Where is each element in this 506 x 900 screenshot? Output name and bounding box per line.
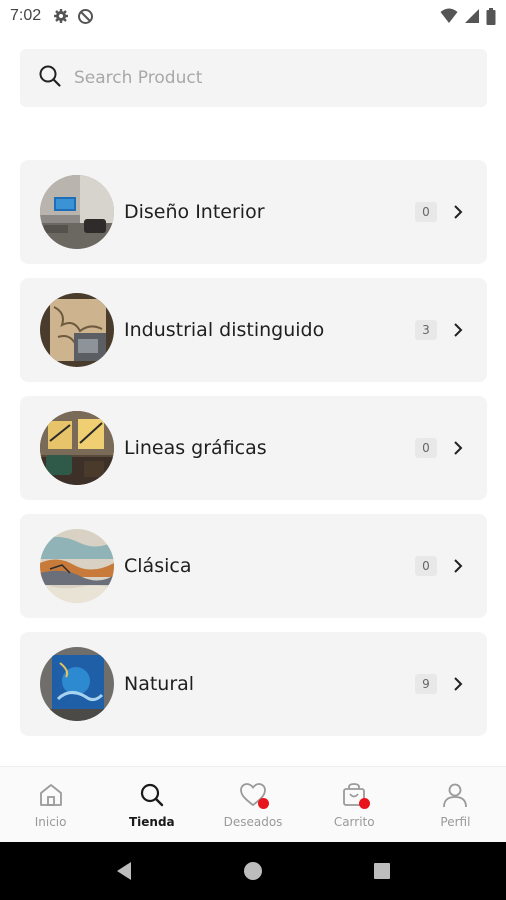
search-icon — [38, 64, 62, 92]
status-bar: 7:02 — [0, 0, 506, 32]
nav-label: Tienda — [128, 815, 175, 829]
chevron-right-icon — [451, 559, 465, 573]
bottom-navigation: Inicio Tienda Deseados Carrito Perfil — [0, 766, 506, 842]
notification-dot — [258, 798, 269, 809]
notification-dot — [359, 798, 371, 809]
cart-icon — [340, 781, 371, 809]
category-image — [40, 175, 114, 249]
home-circle-icon[interactable] — [243, 861, 263, 881]
chevron-right-icon — [451, 323, 465, 337]
nav-label: Perfil — [440, 815, 471, 829]
system-navigation-bar — [0, 842, 506, 900]
category-label: Diseño Interior — [124, 201, 265, 223]
category-card-industrial-distinguido[interactable]: Industrial distinguido 3 — [20, 278, 487, 382]
category-count-badge: 0 — [415, 556, 437, 576]
category-count-badge: 0 — [415, 202, 437, 222]
category-card-diseno-interior[interactable]: Diseño Interior 0 — [20, 160, 487, 264]
signal-icon — [464, 8, 480, 24]
category-image — [40, 647, 114, 721]
category-list: Diseño Interior 0 Industrial distinguido… — [20, 160, 487, 750]
nav-label: Inicio — [34, 815, 67, 829]
category-count-badge: 9 — [415, 674, 437, 694]
nav-item-tienda[interactable]: Tienda — [101, 767, 202, 842]
category-image — [40, 411, 114, 485]
battery-icon — [486, 7, 496, 25]
category-card-natural[interactable]: Natural 9 — [20, 632, 487, 736]
chevron-right-icon — [451, 205, 465, 219]
search-icon — [138, 781, 166, 809]
category-count-badge: 3 — [415, 320, 437, 340]
category-label: Industrial distinguido — [124, 319, 325, 341]
category-image — [40, 293, 114, 367]
category-image — [40, 529, 114, 603]
category-label: Natural — [124, 673, 195, 695]
heart-icon — [239, 781, 269, 809]
category-label: Lineas gráficas — [124, 437, 267, 459]
nav-item-carrito[interactable]: Carrito — [304, 767, 405, 842]
user-icon — [441, 781, 469, 809]
category-card-clasica[interactable]: Clásica 0 — [20, 514, 487, 618]
chevron-right-icon — [451, 441, 465, 455]
back-icon[interactable] — [115, 861, 133, 881]
gear-icon — [53, 8, 69, 24]
search-bar[interactable] — [20, 49, 487, 107]
nav-item-inicio[interactable]: Inicio — [0, 767, 101, 842]
nav-label: Deseados — [223, 815, 283, 829]
category-count-badge: 0 — [415, 438, 437, 458]
recents-icon[interactable] — [373, 862, 391, 880]
wifi-icon — [440, 8, 458, 24]
chevron-right-icon — [451, 677, 465, 691]
category-label: Clásica — [124, 555, 192, 577]
search-input[interactable] — [74, 68, 454, 88]
status-time: 7:02 — [10, 7, 42, 24]
sync-off-icon — [77, 8, 94, 25]
nav-item-perfil[interactable]: Perfil — [405, 767, 506, 842]
category-card-lineas-graficas[interactable]: Lineas gráficas 0 — [20, 396, 487, 500]
nav-label: Carrito — [333, 815, 375, 829]
nav-item-deseados[interactable]: Deseados — [202, 767, 303, 842]
home-icon — [37, 781, 65, 809]
